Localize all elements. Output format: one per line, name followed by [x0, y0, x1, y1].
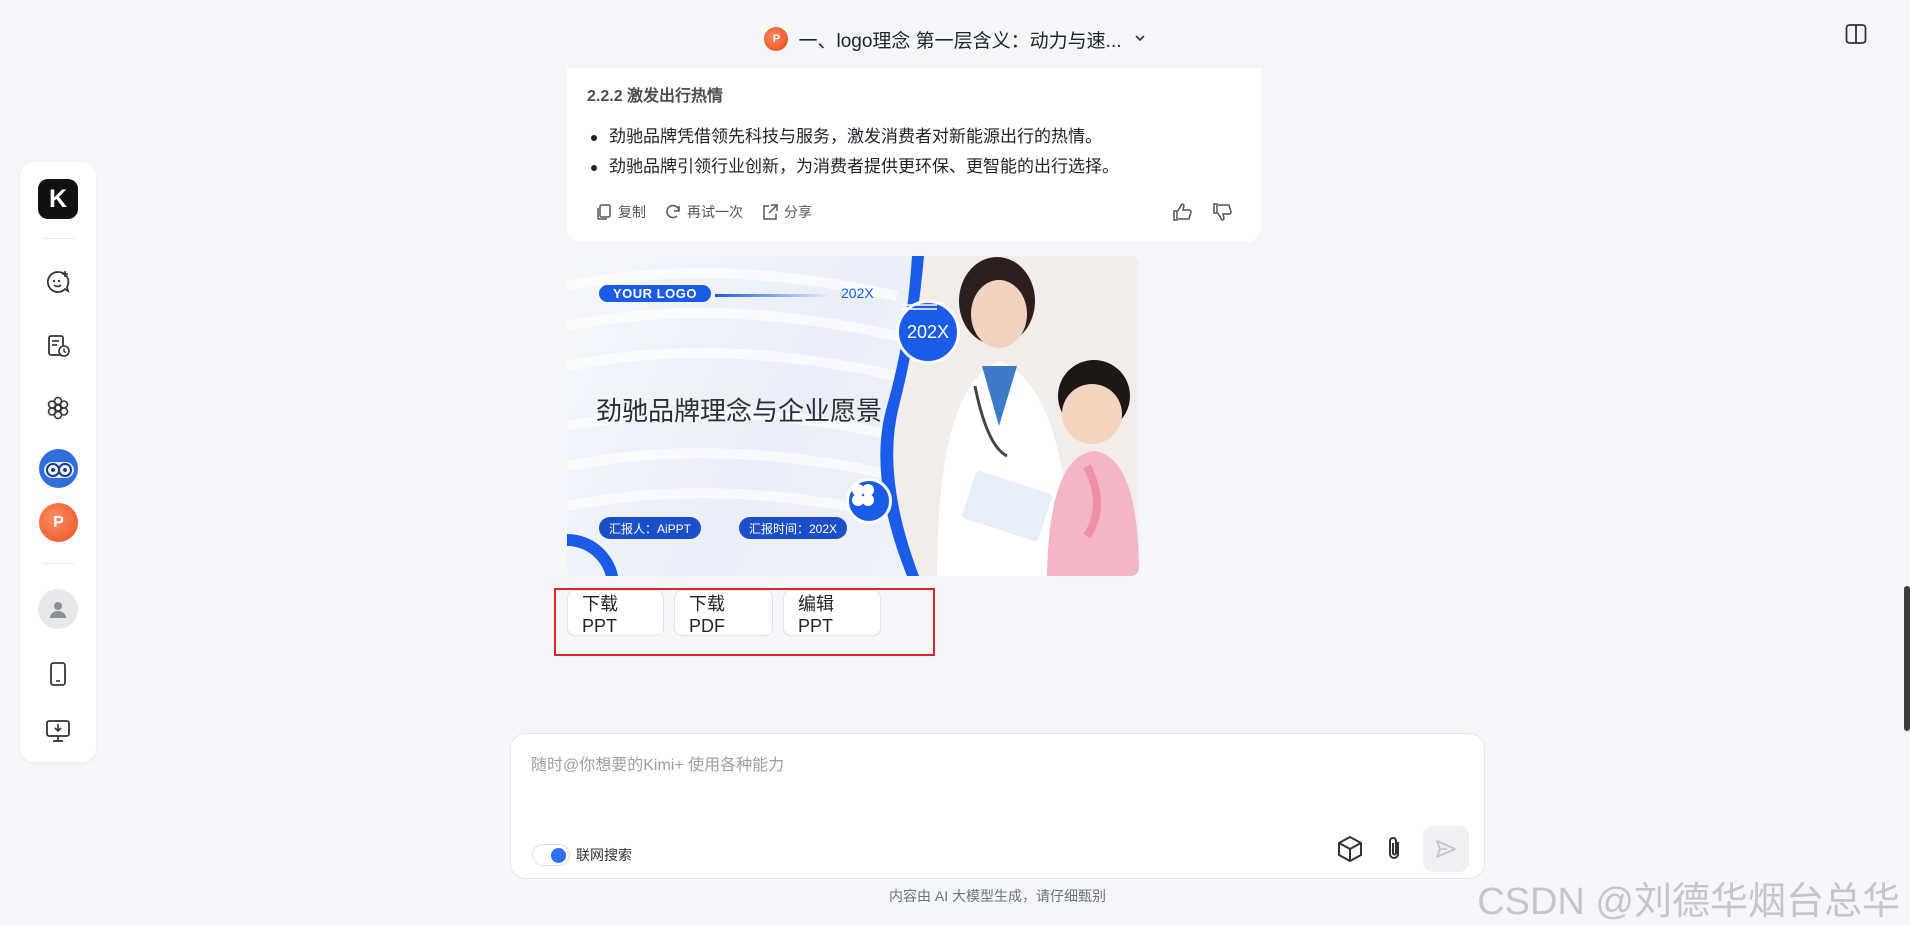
toggle-knob: [551, 848, 566, 863]
scrollbar-thumb[interactable]: [1904, 586, 1910, 731]
csdn-watermark: CSDN @刘德华烟台总华: [1477, 881, 1900, 923]
kimi-logo[interactable]: K: [38, 179, 78, 219]
chat-composer[interactable]: 随时@你想要的Kimi+ 使用各种能力 联网搜索: [510, 733, 1485, 879]
retry-label: 再试一次: [687, 204, 743, 220]
web-search-toggle[interactable]: 联网搜索: [532, 844, 632, 866]
conversation-title[interactable]: 一、logo理念 第一层含义：动力与速...: [798, 26, 1121, 53]
toggle-switch[interactable]: [532, 844, 570, 866]
share-button[interactable]: 分享: [761, 202, 812, 222]
send-button[interactable]: [1423, 826, 1469, 872]
assistant-message: 2.2.2 激发出行热情 劲驰品牌凭借领先科技与服务，激发消费者对新能源出行的热…: [567, 68, 1261, 242]
copy-button[interactable]: 复制: [595, 202, 646, 222]
send-icon: [1436, 840, 1456, 858]
slide-report-time: 汇报时间：202X: [739, 517, 848, 539]
slide-reporter: 汇报人：AiPPT: [599, 517, 702, 539]
chat-input[interactable]: 随时@你想要的Kimi+ 使用各种能力: [531, 751, 784, 775]
split-view-icon[interactable]: [1844, 22, 1868, 46]
sidebar: K P: [20, 162, 96, 762]
chevron-down-icon[interactable]: [1134, 32, 1146, 47]
ppt-file-icon: P: [764, 27, 789, 51]
list-item: 劲驰品牌凭借领先科技与服务，激发消费者对新能源出行的热情。: [587, 122, 1119, 152]
slide-year-badge: 202X: [896, 300, 960, 364]
mobile-icon[interactable]: [44, 660, 72, 688]
composer-tools: [1335, 826, 1469, 872]
user-avatar[interactable]: [38, 589, 78, 629]
message-bullet-list: 劲驰品牌凭借领先科技与服务，激发消费者对新能源出行的热情。 劲驰品牌引领行业创新…: [587, 122, 1119, 182]
thumbs-down-icon[interactable]: [1211, 201, 1233, 223]
slide-logo: YOUR LOGO: [599, 285, 711, 302]
explore-icon[interactable]: [44, 394, 72, 422]
history-icon[interactable]: [44, 332, 72, 360]
clover-icon: [846, 478, 892, 524]
copy-label: 复制: [618, 204, 646, 220]
message-actions: 复制 再试一次 分享: [595, 202, 812, 222]
list-item: 劲驰品牌引领行业创新，为消费者提供更环保、更智能的出行选择。: [587, 152, 1119, 182]
conversation-title-bar[interactable]: P 一、logo理念 第一层含义：动力与速...: [0, 22, 1910, 56]
robot-avatar[interactable]: [39, 449, 78, 488]
desktop-download-icon[interactable]: [44, 717, 72, 745]
refresh-icon: [666, 204, 680, 219]
slide-year-top: 202X: [841, 285, 874, 301]
copy-icon: [597, 204, 611, 220]
sidebar-divider: [42, 563, 74, 564]
new-chat-icon[interactable]: [44, 268, 72, 296]
share-label: 分享: [784, 204, 812, 220]
slide-title: 劲驰品牌理念与企业愿景: [596, 396, 883, 426]
message-heading: 2.2.2 激发出行热情: [587, 88, 724, 105]
slide-badge-year: 202X: [906, 321, 950, 342]
retry-button[interactable]: 再试一次: [664, 202, 743, 222]
web-search-label: 联网搜索: [576, 847, 632, 863]
annotation-highlight-box: [554, 588, 935, 656]
thumbs-up-icon[interactable]: [1171, 201, 1193, 223]
ppt-avatar[interactable]: P: [39, 503, 78, 542]
ppt-slide-preview[interactable]: YOUR LOGO 202X 202X 劲驰品牌理念与企业愿景 汇报人：AiPP…: [567, 256, 1139, 576]
cube-icon[interactable]: [1335, 834, 1365, 864]
attachment-icon[interactable]: [1379, 834, 1409, 864]
rating-actions: [1171, 201, 1233, 223]
share-icon: [763, 204, 778, 220]
sidebar-divider: [42, 238, 74, 239]
